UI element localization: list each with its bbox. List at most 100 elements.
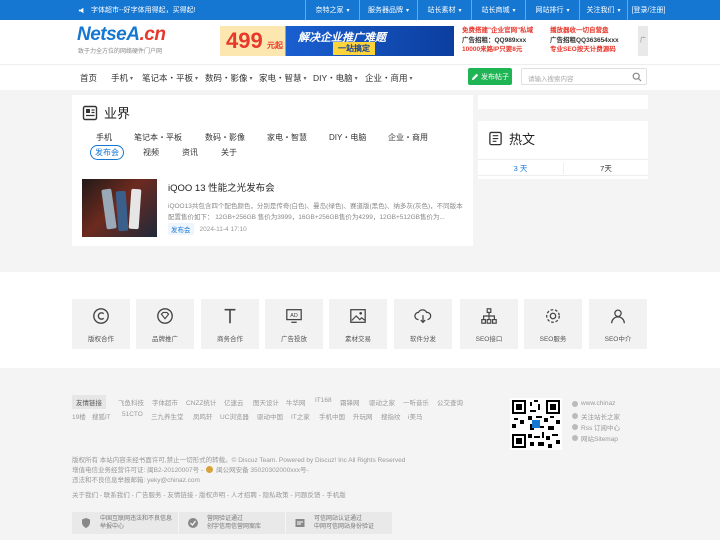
friend-link[interactable]: 19楼	[72, 411, 86, 421]
text-ad-line[interactable]: 免费搭建"企业官网"私域	[462, 26, 533, 36]
subnav-video[interactable]: 视频	[143, 147, 159, 158]
gear-icon	[546, 309, 560, 323]
friend-link[interactable]: 公交查询	[437, 397, 463, 407]
police-record[interactable]: 闽公网安备 35020302000xxx号-	[216, 464, 309, 474]
top-link-follow[interactable]: 关注我们 ▾	[579, 0, 627, 20]
post-button[interactable]: 发布帖子	[468, 68, 512, 85]
article-title[interactable]: iQOO 13 性能之光发布会	[168, 180, 275, 194]
service-copyright[interactable]: 版权合作	[72, 299, 130, 349]
chevron-down-icon: ▾	[405, 7, 409, 14]
social-link-chinaz[interactable]: www.chinaz	[572, 400, 615, 407]
friend-link[interactable]: 飞鱼科技	[118, 397, 144, 407]
friend-link[interactable]: 手机中国	[319, 411, 345, 421]
friend-link[interactable]: 字体超市	[152, 397, 178, 407]
service-materials[interactable]: 素材交易	[329, 299, 387, 349]
nav-digital-imaging[interactable]: 数码・影像 ▾	[205, 72, 253, 84]
tab-3-days[interactable]: 3 天	[478, 163, 563, 174]
nav-appliances[interactable]: 家电・智慧 ▾	[259, 72, 307, 84]
top-link-materials[interactable]: 站长素材 ▾	[417, 0, 471, 20]
announcement-text[interactable]: 字体超市--好字体用得起，买得起!	[91, 5, 196, 15]
badge-report-center[interactable]: 中国互联网违法和不良信息 举报中心	[72, 512, 178, 534]
announcement[interactable]: 字体超市--好字体用得起，买得起!	[78, 5, 196, 15]
search-input[interactable]: 请输入搜索内容	[528, 73, 574, 83]
text-ad-left[interactable]: 免费搭建"企业官网"私域 广告招租：QQ989xxx 10000来路IP只要8元	[462, 26, 533, 55]
friend-link[interactable]: 搜狐IT	[92, 411, 111, 421]
friend-link[interactable]: 51CTO	[122, 411, 143, 418]
badge-trusted-site[interactable]: 可信网站认证通过 中网可信网站身份验证	[286, 512, 392, 534]
article-category[interactable]: 发布会	[168, 223, 194, 235]
subnav-enterprise[interactable]: 企业・商用	[388, 132, 428, 143]
news-section: 业界 手机 笔记本・平板 数码・影像 家电・智慧 DIY・电脑 企业・商用 发布…	[72, 95, 473, 246]
badge-credit[interactable]: 营网验证通过 创宇信用信营网案库	[179, 512, 285, 534]
service-advertising[interactable]: AD 广告投放	[265, 299, 323, 349]
service-seo-api[interactable]: SEO接口	[460, 299, 518, 349]
subnav-digital-imaging[interactable]: 数码・影像	[205, 132, 245, 143]
section-header: 业界	[82, 103, 130, 122]
footer-nav-links[interactable]: 关于我们 - 联系我们 - 广告服务 - 友情链接 - 版权声明 - 人才招聘 …	[72, 489, 346, 499]
phone-graphic	[115, 190, 129, 232]
sidebar-top-panel	[478, 95, 648, 109]
text-ad-line[interactable]: 10000来路IP只要8元	[462, 45, 533, 55]
service-brand-promo[interactable]: 品牌推广	[136, 299, 194, 349]
phone-graphic	[128, 188, 142, 230]
icp-license[interactable]: 增值电信业务经营许可证: 闽B2-20120007号 -	[72, 464, 203, 474]
badge-text: 中国互联网违法和不良信息	[100, 516, 173, 522]
subnav-news[interactable]: 资讯	[182, 147, 198, 158]
search-icon[interactable]	[632, 72, 642, 82]
article-thumbnail[interactable]	[82, 179, 157, 237]
friend-link[interactable]: 驱动中国	[257, 411, 283, 421]
text-ad-right[interactable]: 播放器收一切自营盘 广告招租QQ363654xxx 专业SEO按天计费源码	[550, 26, 619, 55]
text-ad-line[interactable]: 广告招租：QQ989xxx	[462, 36, 533, 46]
nav-phone[interactable]: 手机 ▾	[111, 72, 133, 84]
speaker-icon	[78, 7, 84, 13]
text-ad-line[interactable]: 广告招租QQ363654xxx	[550, 36, 619, 46]
social-link-sitemap[interactable]: 网站Sitemap	[572, 433, 618, 443]
subnav-laptop-tablet[interactable]: 笔记本・平板	[134, 132, 182, 143]
nav-diy-pc[interactable]: DIY・电脑 ▾	[313, 72, 358, 84]
friend-link[interactable]: 驱动之家	[369, 397, 395, 407]
social-link-rss[interactable]: Rss 订阅中心	[572, 422, 620, 432]
weibo-icon	[572, 400, 578, 407]
subnav-about[interactable]: 关于	[221, 147, 237, 158]
service-seo-agent[interactable]: SEO中介	[589, 299, 647, 349]
service-seo[interactable]: SEO服务	[524, 299, 582, 349]
search-box[interactable]: 请输入搜索内容	[521, 68, 647, 85]
friend-link[interactable]: 亿速云	[224, 397, 244, 407]
text-ad-line[interactable]: 专业SEO按天计费源码	[550, 45, 619, 55]
subnav-phone[interactable]: 手机	[96, 132, 112, 143]
text-ad-line[interactable]: 播放器收一切自营盘	[550, 26, 619, 36]
tab-7-days[interactable]: 7天	[563, 163, 648, 174]
nav-enterprise[interactable]: 企业・商用 ▾	[365, 72, 413, 84]
site-logo[interactable]: NetseA.cn	[77, 24, 166, 46]
subnav-appliances[interactable]: 家电・智慧	[267, 132, 307, 143]
friend-link[interactable]: IT之家	[291, 411, 310, 421]
friend-link[interactable]: 霜锋网	[340, 397, 360, 407]
subnav-launch-event[interactable]: 发布会	[90, 145, 124, 160]
top-link-rankings[interactable]: 网站排行 ▾	[525, 0, 579, 20]
nav-laptop-tablet[interactable]: 笔记本・平板 ▾	[142, 72, 198, 84]
friend-link[interactable]: 搜指纹	[381, 411, 401, 421]
friend-link[interactable]: i美马	[408, 411, 422, 421]
top-link-server-brands[interactable]: 服务器品牌 ▾	[359, 0, 417, 20]
rss-icon	[572, 424, 578, 430]
top-link-netsea-home[interactable]: 奈特之家 ▾	[305, 0, 359, 20]
social-link-follow[interactable]: 关注站长之家	[572, 411, 620, 421]
friend-link[interactable]: 凤鸣轩	[193, 411, 213, 421]
service-business[interactable]: 商务合作	[201, 299, 259, 349]
login-register-link[interactable]: [登录/注册]	[627, 0, 669, 20]
friend-link[interactable]: 图天设计	[253, 397, 279, 407]
report-email[interactable]: 违法和不良信息举报邮箱: yeky@chinaz.com	[72, 474, 200, 484]
subnav-diy-pc[interactable]: DIY・电脑	[329, 132, 366, 143]
friend-link[interactable]: CNZZ统计	[186, 397, 216, 407]
nav-home[interactable]: 首页	[80, 72, 97, 84]
friend-link[interactable]: UC浏览器	[220, 411, 249, 421]
top-links: 奈特之家 ▾ 服务器品牌 ▾ 站长素材 ▾ 站长商城 ▾ 网站排行 ▾ 关注我们 ▾ [登录…	[305, 0, 669, 20]
ad-banner[interactable]: 499 元起 解决企业推广难题 一站搞定	[220, 26, 454, 56]
top-link-mall[interactable]: 站长商城 ▾	[471, 0, 525, 20]
friend-link[interactable]: 升玩网	[353, 411, 373, 421]
friend-link[interactable]: 牛华网	[286, 397, 306, 407]
service-software[interactable]: 软件分发	[394, 299, 452, 349]
friend-link[interactable]: 三九养生堂	[151, 411, 184, 421]
friend-link[interactable]: IT168	[315, 397, 332, 404]
friend-link[interactable]: 一听音乐	[403, 397, 429, 407]
